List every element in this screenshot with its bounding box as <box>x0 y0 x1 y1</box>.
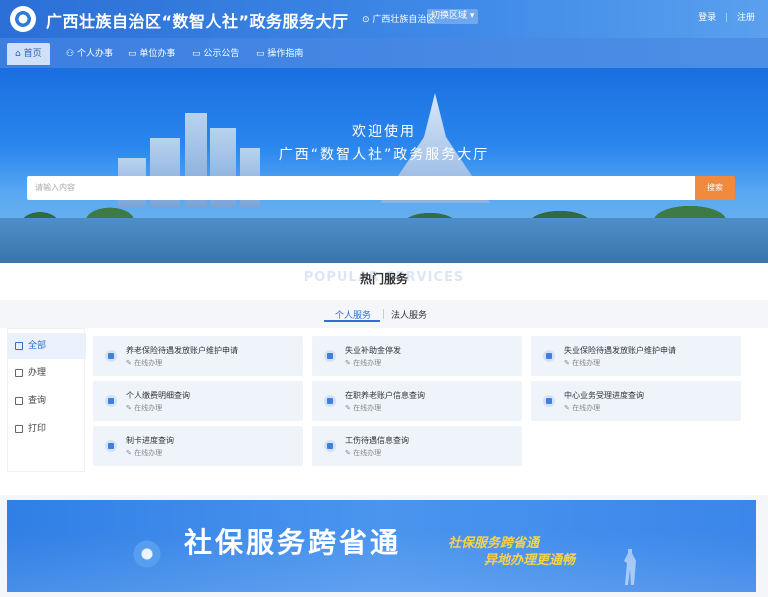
service-card[interactable]: 工伤待遇信息查询 ✎ 在线办理 <box>312 426 522 466</box>
sidebar-item-label: 打印 <box>28 424 47 434</box>
guide-icon: ▭ <box>256 49 265 59</box>
tab-legal-service[interactable]: 法人服务 <box>391 308 427 321</box>
briefcase-icon: ▭ <box>128 49 137 59</box>
service-status: ✎ 在线办理 <box>345 449 382 457</box>
status-label: 在线办理 <box>572 404 601 412</box>
login-link[interactable]: 登录 <box>698 13 716 23</box>
hall-title: 广西“数智人社”政务服务大厅 <box>278 147 490 163</box>
water-graphic <box>0 218 768 263</box>
service-card[interactable]: 失业保险待遇发放账户维护申请 ✎ 在线办理 <box>531 336 741 376</box>
category-sidebar: 全部 办理 查询 打印 <box>7 328 86 472</box>
location-pin-icon <box>133 540 161 580</box>
sidebar-item-all[interactable]: 全部 <box>8 333 86 359</box>
sidebar-item-print[interactable]: 打印 <box>8 416 86 442</box>
service-title: 制卡进度查询 <box>126 436 174 445</box>
nav-guide[interactable]: ▭ 操作指南 <box>248 43 311 65</box>
search-icon <box>15 397 23 405</box>
tab-underline <box>324 320 380 322</box>
site-title: 广西壮族自治区“数智人社”政务服务大厅 <box>46 12 349 31</box>
chevron-down-icon: ▾ <box>469 11 475 21</box>
service-status: ✎ 在线办理 <box>345 359 382 367</box>
register-link[interactable]: 注册 <box>737 13 755 23</box>
banner-subtitle-2: 异地办理更通畅 <box>484 553 576 568</box>
region-label: 广西壮族自治区 <box>372 15 436 25</box>
search-button[interactable]: 搜索 <box>695 176 735 200</box>
service-tabs: 个人服务 法人服务 <box>0 300 768 328</box>
document-icon <box>324 350 336 362</box>
document-icon <box>105 395 117 407</box>
nav-label: 单位办事 <box>139 49 176 59</box>
status-label: 在线办理 <box>353 449 382 457</box>
welcome-text: 欢迎使用 <box>352 124 416 140</box>
service-title: 失业补助金停发 <box>345 346 401 355</box>
edit-icon <box>15 369 23 377</box>
status-label: 在线办理 <box>134 359 163 367</box>
service-card[interactable]: 失业补助金停发 ✎ 在线办理 <box>312 336 522 376</box>
document-icon <box>105 350 117 362</box>
sidebar-item-label: 办理 <box>28 368 47 378</box>
document-icon <box>543 350 555 362</box>
person-icon: ⚇ <box>66 49 75 59</box>
service-title: 工伤待遇信息查询 <box>345 436 409 445</box>
nav-label: 个人办事 <box>76 49 113 59</box>
status-label: 在线办理 <box>572 359 601 367</box>
tab-divider <box>383 309 384 319</box>
hero-banner <box>0 68 768 263</box>
service-status: ✎ 在线办理 <box>564 404 601 412</box>
status-label: 在线办理 <box>353 359 382 367</box>
nav-label: 公示公告 <box>203 49 240 59</box>
logo-icon[interactable] <box>10 6 36 32</box>
sidebar-item-query[interactable]: 查询 <box>8 388 86 414</box>
grid-icon <box>15 342 23 350</box>
document-icon <box>324 395 336 407</box>
service-status: ✎ 在线办理 <box>126 404 163 412</box>
switch-region-button[interactable]: 切换区域 ▾ <box>427 9 479 24</box>
service-status: ✎ 在线办理 <box>126 449 163 457</box>
service-card[interactable]: 中心业务受理进度查询 ✎ 在线办理 <box>531 381 741 421</box>
popular-title: 热门服务 <box>359 272 408 286</box>
status-label: 在线办理 <box>134 449 163 457</box>
sidebar-item-label: 全部 <box>28 341 47 351</box>
nav-label: 首页 <box>23 49 42 59</box>
main-nav: ⌂ 首页 ⚇ 个人办事 ▭ 单位办事 ▭ 公示公告 ▭ 操作指南 <box>0 38 768 68</box>
switch-region-label: 切换区域 <box>431 11 468 21</box>
document-icon <box>543 395 555 407</box>
service-title: 在职养老账户信息查询 <box>345 391 425 400</box>
nav-unit[interactable]: ▭ 单位办事 <box>120 43 183 65</box>
service-status: ✎ 在线办理 <box>345 404 382 412</box>
nav-label: 操作指南 <box>267 49 304 59</box>
service-card[interactable]: 制卡进度查询 ✎ 在线办理 <box>93 426 303 466</box>
service-status: ✎ 在线办理 <box>126 359 163 367</box>
printer-icon <box>15 425 23 433</box>
document-icon <box>324 440 336 452</box>
service-card[interactable]: 在职养老账户信息查询 ✎ 在线办理 <box>312 381 522 421</box>
service-title: 失业保险待遇发放账户维护申请 <box>564 346 676 355</box>
document-icon <box>105 440 117 452</box>
region-indicator: ⊙ 广西壮族自治区 <box>362 12 435 25</box>
nav-personal[interactable]: ⚇ 个人办事 <box>58 43 121 65</box>
auth-divider: | <box>725 13 729 23</box>
banner-title: 社保服务跨省通 <box>184 526 402 559</box>
search-input[interactable]: 请输入内容 <box>27 176 695 200</box>
service-card[interactable]: 个人缴费明细查询 ✎ 在线办理 <box>93 381 303 421</box>
sidebar-item-label: 查询 <box>28 396 47 406</box>
service-card[interactable]: 养老保险待遇发放账户维护申请 ✎ 在线办理 <box>93 336 303 376</box>
top-header: 广西壮族自治区“数智人社”政务服务大厅 ⊙ 广西壮族自治区 切换区域 ▾ 登录 … <box>0 0 768 38</box>
auth-links: 登录 | 注册 <box>695 10 758 23</box>
notice-icon: ▭ <box>192 49 201 59</box>
nav-notice[interactable]: ▭ 公示公告 <box>184 43 247 65</box>
location-pin-icon: ⊙ <box>362 15 370 25</box>
service-title: 养老保险待遇发放账户维护申请 <box>126 346 238 355</box>
nav-home[interactable]: ⌂ 首页 <box>7 43 50 65</box>
status-label: 在线办理 <box>353 404 382 412</box>
sidebar-item-handle[interactable]: 办理 <box>8 360 86 386</box>
service-status: ✎ 在线办理 <box>564 359 601 367</box>
home-icon: ⌂ <box>15 49 21 59</box>
service-title: 个人缴费明细查询 <box>126 391 190 400</box>
status-label: 在线办理 <box>134 404 163 412</box>
service-title: 中心业务受理进度查询 <box>564 391 644 400</box>
